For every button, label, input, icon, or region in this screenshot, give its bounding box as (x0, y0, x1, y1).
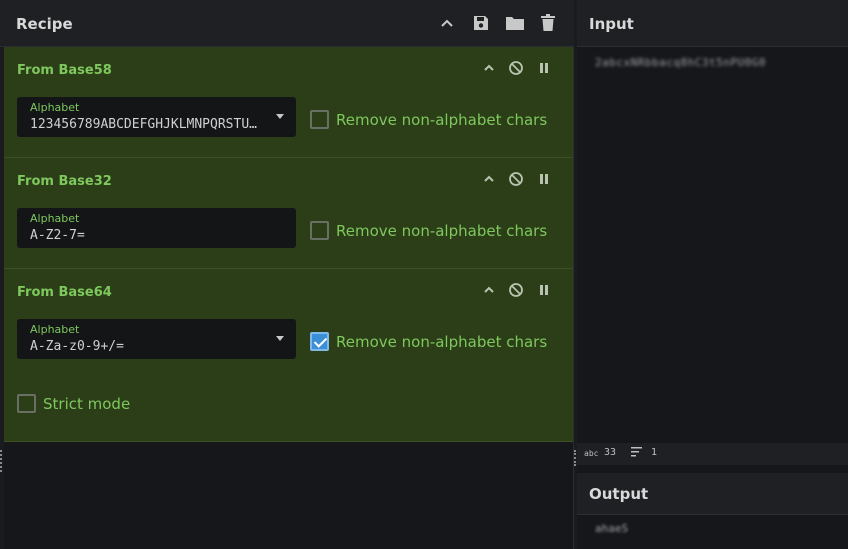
remove-non-alphabet-checkbox[interactable]: Remove non-alphabet chars (310, 332, 547, 351)
alphabet-value[interactable]: A-Z2-7= (30, 228, 260, 243)
alphabet-label: Alphabet (30, 323, 80, 336)
checkbox-box[interactable] (310, 110, 329, 129)
operation-title: From Base58 (17, 63, 112, 78)
operation-title: From Base32 (17, 174, 112, 189)
pause-icon[interactable] (535, 59, 553, 77)
alphabet-label: Alphabet (30, 212, 80, 225)
chevron-up-icon[interactable] (480, 59, 498, 77)
operation-from-base64: From Base64 Alphabet A-Za-z0-9+/= Remove… (4, 269, 573, 442)
input-status-bar: abc 33 1 (577, 443, 848, 465)
input-header: Input (577, 0, 848, 47)
checkbox-label: Strict mode (43, 394, 131, 413)
lines-icon (631, 446, 643, 460)
strict-mode-checkbox[interactable]: Strict mode (17, 394, 130, 413)
output-panel: Output ahaeS (577, 465, 848, 549)
output-title: Output (589, 485, 649, 503)
operation-from-base32: From Base32 Alphabet A-Z2-7= Remove non-… (4, 158, 573, 269)
save-icon[interactable] (470, 12, 492, 34)
checkbox-box[interactable] (310, 332, 329, 351)
resize-handle[interactable] (0, 450, 2, 472)
input-panel: Input 2abcxNRbbacq8hC3t5nPU0G0 (577, 0, 848, 443)
recipe-header: Recipe (0, 0, 574, 47)
input-title: Input (589, 15, 634, 33)
trash-icon[interactable] (537, 12, 559, 34)
disable-icon[interactable] (507, 59, 525, 77)
char-count: 33 (604, 447, 617, 458)
folder-icon[interactable] (504, 12, 526, 34)
alphabet-field[interactable]: Alphabet 123456789ABCDEFGHJKLMNPQRSTUVWX… (17, 97, 296, 137)
recipe-empty-area (4, 442, 573, 549)
checkbox-box[interactable] (310, 221, 329, 240)
caret-down-icon[interactable] (276, 114, 284, 119)
operation-from-base58: From Base58 Alphabet 123456789ABCDEFGHJK… (4, 47, 573, 158)
resize-handle[interactable] (574, 450, 576, 466)
line-count: 1 (651, 447, 658, 458)
checkbox-label: Remove non-alphabet chars (336, 110, 548, 129)
chevron-up-icon[interactable] (436, 12, 458, 34)
recipe-panel: Recipe From Base58 Alphabet 123456789ABC… (0, 0, 574, 549)
alphabet-value[interactable]: A-Za-z0-9+/= (30, 339, 260, 354)
pause-icon[interactable] (535, 170, 553, 188)
alphabet-label: Alphabet (30, 101, 80, 114)
cyberchef-app: Recipe From Base58 Alphabet 123456789ABC… (0, 0, 848, 549)
caret-down-icon[interactable] (276, 336, 284, 341)
chevron-up-icon[interactable] (480, 281, 498, 299)
remove-non-alphabet-checkbox[interactable]: Remove non-alphabet chars (310, 221, 547, 240)
abc-icon: abc (584, 449, 599, 458)
output-header: Output (577, 473, 848, 515)
recipe-title: Recipe (16, 15, 73, 33)
operation-title: From Base64 (17, 285, 112, 300)
alphabet-field[interactable]: Alphabet A-Za-z0-9+/= (17, 319, 296, 359)
disable-icon[interactable] (507, 170, 525, 188)
disable-icon[interactable] (507, 281, 525, 299)
output-textarea[interactable]: ahaeS (595, 522, 628, 535)
alphabet-field[interactable]: Alphabet A-Z2-7= (17, 208, 296, 248)
input-textarea[interactable]: 2abcxNRbbacq8hC3t5nPU0G0 (595, 56, 845, 69)
checkbox-label: Remove non-alphabet chars (336, 221, 548, 240)
pause-icon[interactable] (535, 281, 553, 299)
alphabet-value[interactable]: 123456789ABCDEFGHJKLMNPQRSTUVWXYZabcdefg… (30, 117, 260, 132)
checkbox-label: Remove non-alphabet chars (336, 332, 548, 351)
checkbox-box[interactable] (17, 394, 36, 413)
chevron-up-icon[interactable] (480, 170, 498, 188)
remove-non-alphabet-checkbox[interactable]: Remove non-alphabet chars (310, 110, 547, 129)
